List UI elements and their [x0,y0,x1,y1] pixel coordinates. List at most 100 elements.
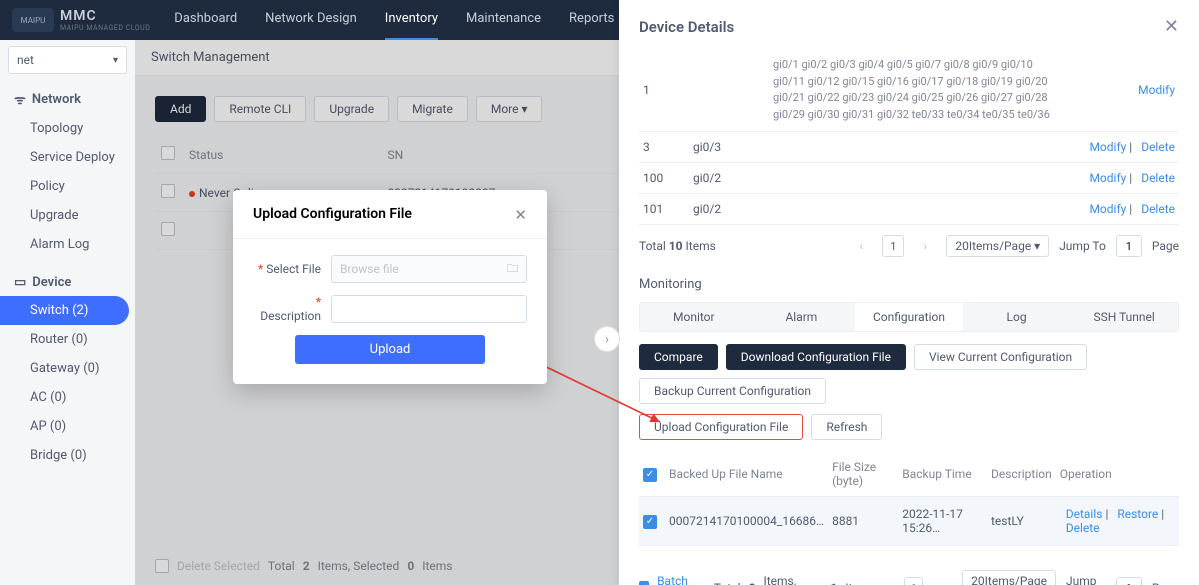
remote-cli-button[interactable]: Remote CLI [214,96,306,122]
modify-link[interactable]: Modify [1138,83,1175,97]
compare-button[interactable]: Compare [639,344,718,370]
download-config-button[interactable]: Download Configuration File [726,344,906,370]
vlan-table: 1 gi0/1 gi0/2 gi0/3 gi0/4 gi0/5 gi0/7 gi… [639,49,1179,225]
config-actions: Compare Download Configuration File View… [639,344,1179,404]
logo-badge: MAIPU [12,8,54,32]
page-number[interactable]: 1 [882,235,904,257]
next-page-icon[interactable]: › [914,235,936,257]
panel-title: Device Details [639,18,734,36]
sidebar-switch[interactable]: Switch (2) [0,296,129,325]
sidebar-topology[interactable]: Topology [0,114,135,143]
vlan-pager: Total 10 Items ‹ 1 › 20Items/Page ▾ Jump… [639,235,1179,257]
tab-log[interactable]: Log [963,303,1071,331]
sidebar-service-deploy[interactable]: Service Deploy [0,143,135,172]
logo-title: MMC [60,8,150,24]
view-config-button[interactable]: View Current Configuration [914,344,1087,370]
col-sn: SN [381,136,646,174]
upload-config-button[interactable]: Upload Configuration File [639,414,803,440]
nav-network-design[interactable]: Network Design [265,0,357,41]
migrate-button[interactable]: Migrate [397,96,468,122]
modify-link[interactable]: Modify [1089,140,1126,154]
cfg-select-all[interactable]: ✓ [643,468,657,482]
file-input[interactable]: Browse file🗀 [331,255,527,283]
sidebar-gateway[interactable]: Gateway (0) [0,354,135,383]
jump-input[interactable] [1116,235,1142,257]
tab-monitor[interactable]: Monitor [640,303,748,331]
select-file-label: Select File [253,262,331,276]
delete-link[interactable]: Delete [1141,140,1175,154]
group-device: ▭Device [0,269,135,296]
delete-link[interactable]: Delete [1141,202,1175,216]
details-link[interactable]: Details [1066,507,1103,521]
tab-ssh-tunnel[interactable]: SSH Tunnel [1070,303,1178,331]
perpage-select[interactable]: 20Items/Page ▾ [962,570,1056,585]
row-checkbox[interactable] [161,184,175,198]
batch-checkbox[interactable]: ✓ [639,581,649,585]
cfg-row-checkbox[interactable]: ✓ [643,515,657,529]
row-checkbox[interactable] [161,222,175,236]
col-operation: Operation [1056,452,1179,497]
sidebar-bridge[interactable]: Bridge (0) [0,441,135,470]
sidebar-policy[interactable]: Policy [0,172,135,201]
backup-name: 0007214170100004_16686… [665,497,828,546]
device-icon: ▭ [14,275,26,290]
description-label: Description [253,295,331,323]
col-description: Description [987,452,1056,497]
monitoring-title: Monitoring [639,277,1179,292]
col-backup-name: Backed Up File Name [665,452,828,497]
batch-delete[interactable]: Batch Delete [657,574,706,585]
sidebar-ap[interactable]: AP (0) [0,412,135,441]
backup-time: 2022-11-17 15:26… [898,497,987,546]
perpage-select[interactable]: 20Items/Page ▾ [946,235,1049,257]
upgrade-button[interactable]: Upgrade [314,96,389,122]
config-table: ✓ Backed Up File Name File Size (byte) B… [639,452,1179,546]
col-backup-time: Backup Time [898,452,987,497]
sidebar-upgrade[interactable]: Upgrade [0,201,135,230]
logo: MAIPU MMC MAIPU MANAGED CLOUD [12,8,150,32]
add-button[interactable]: Add [155,96,206,122]
tenant-select[interactable]: net [8,46,127,74]
sidebar-ac[interactable]: AC (0) [0,383,135,412]
cfg-row[interactable]: ✓ 0007214170100004_16686… 8881 2022-11-1… [639,497,1179,546]
sidebar: net ᯤNetwork Topology Service Deploy Pol… [0,40,135,585]
restore-link[interactable]: Restore [1117,507,1158,521]
sidebar-router[interactable]: Router (0) [0,325,135,354]
delete-selected[interactable]: Delete Selected [177,559,260,573]
folder-icon[interactable]: 🗀 [507,260,518,279]
file-size: 8881 [828,497,898,546]
modify-link[interactable]: Modify [1089,171,1126,185]
footer-checkbox[interactable] [155,559,169,573]
next-page-icon[interactable]: › [933,577,952,585]
vlan-row: 3gi0/3 Modify | Delete [639,132,1179,163]
modal-title: Upload Configuration File [253,206,412,224]
modify-link[interactable]: Modify [1089,202,1126,216]
delete-link[interactable]: Delete [1141,171,1175,185]
tab-alarm[interactable]: Alarm [748,303,856,331]
nav-dashboard[interactable]: Dashboard [174,0,237,41]
port-list: gi0/1 gi0/2 gi0/3 gi0/4 gi0/5 gi0/7 gi0/… [773,57,1065,123]
refresh-button[interactable]: Refresh [811,414,882,440]
jump-input[interactable] [1116,577,1142,585]
nav-inventory[interactable]: Inventory [385,0,438,41]
vlan-row: 100gi0/2 Modify | Delete [639,163,1179,194]
logo-subtitle: MAIPU MANAGED CLOUD [60,24,150,32]
tab-configuration[interactable]: Configuration [855,303,963,331]
upload-button[interactable]: Upload [295,335,485,364]
monitoring-tabs: Monitor Alarm Configuration Log SSH Tunn… [639,302,1179,332]
page-number[interactable]: 1 [904,577,923,585]
modal-close-icon[interactable]: ✕ [514,206,527,224]
sidebar-alarm-log[interactable]: Alarm Log [0,230,135,259]
description-input[interactable] [331,295,527,323]
backup-config-button[interactable]: Backup Current Configuration [639,378,826,404]
nav-maintenance[interactable]: Maintenance [466,0,541,41]
collapse-panel-icon[interactable]: › [594,326,620,352]
delete-link[interactable]: Delete [1066,521,1100,535]
nav-reports[interactable]: Reports [569,0,614,41]
select-all-checkbox[interactable] [161,146,175,160]
device-details-panel: Device Details ✕ 1 gi0/1 gi0/2 gi0/3 gi0… [619,0,1199,585]
status-dot-icon [189,191,195,197]
prev-page-icon[interactable]: ‹ [850,235,872,257]
more-button[interactable]: More ▾ [476,96,543,122]
prev-page-icon[interactable]: ‹ [876,577,895,585]
close-icon[interactable]: ✕ [1164,16,1179,37]
